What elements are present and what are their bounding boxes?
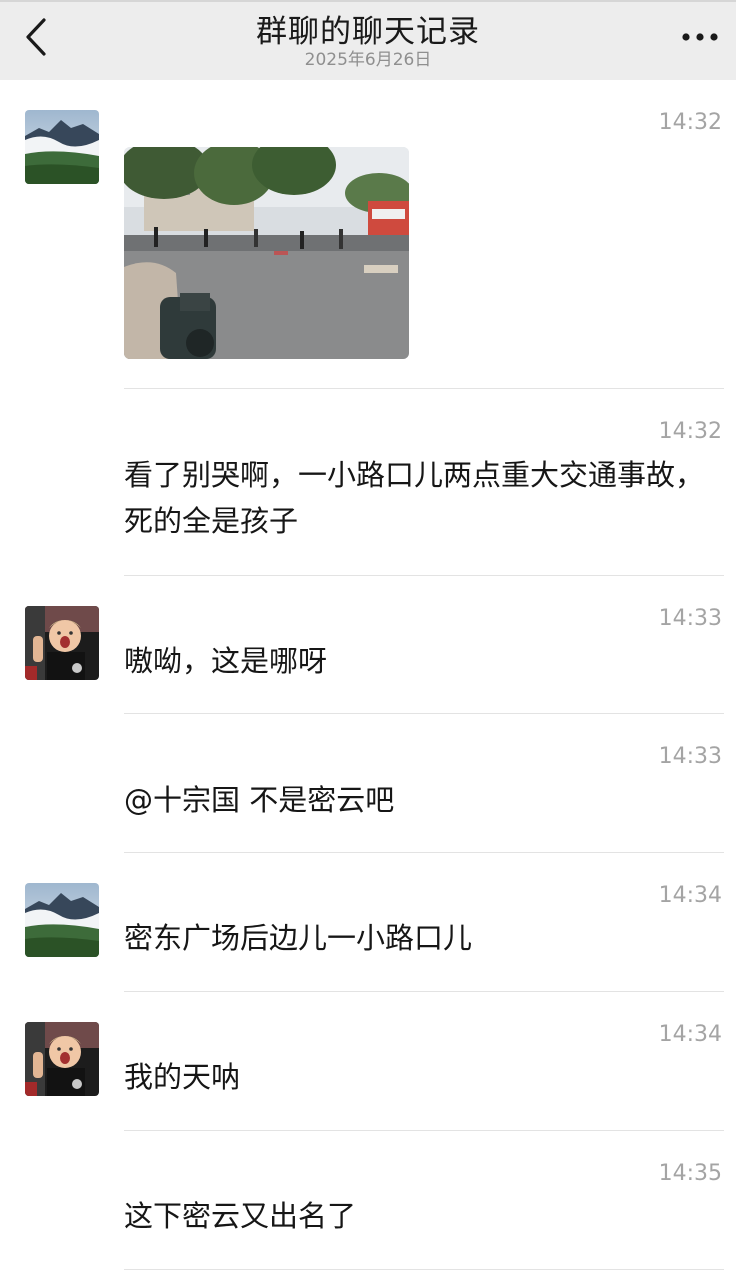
child-avatar-icon — [25, 606, 99, 680]
message-time: 14:34 — [658, 1022, 722, 1047]
message-time: 14:34 — [658, 883, 722, 908]
message-divider — [124, 1130, 724, 1131]
message-time: 14:33 — [658, 606, 722, 631]
message-text: 密东广场后边儿一小路口儿 — [124, 921, 473, 955]
chat-history-header: 群聊的聊天记录 2025年6月26日 — [0, 0, 736, 80]
message-divider — [124, 575, 724, 576]
message-time: 14:35 — [658, 1161, 722, 1186]
avatar[interactable] — [25, 883, 99, 957]
avatar[interactable] — [25, 110, 99, 184]
message-divider — [124, 713, 724, 714]
ellipsis-icon — [682, 33, 718, 41]
message-list[interactable]: 14:32 14:32 看了别哭啊，一小路口儿两点重大交通事故，死的全是孩子 1… — [0, 80, 736, 1280]
message-text: 我的天呐 — [124, 1060, 241, 1094]
more-button[interactable] — [680, 22, 720, 52]
message-divider — [124, 388, 724, 389]
avatar[interactable] — [25, 1022, 99, 1096]
message-divider — [124, 1269, 724, 1270]
mountain-avatar-icon — [25, 883, 99, 957]
message-text: @十宗国 不是密云吧 — [124, 783, 395, 817]
message-time: 14:32 — [658, 110, 722, 135]
message-text: 嗷呦，这是哪呀 — [124, 644, 328, 678]
child-avatar-icon — [25, 1022, 99, 1096]
avatar[interactable] — [25, 606, 99, 680]
message-divider — [124, 991, 724, 992]
message-text: 看了别哭啊，一小路口儿两点重大交通事故，死的全是孩子 — [124, 458, 705, 538]
message-text: 这下密云又出名了 — [124, 1199, 357, 1233]
chat-date: 2025年6月26日 — [304, 50, 432, 70]
message-time: 14:33 — [658, 744, 722, 769]
mountain-avatar-icon — [25, 110, 99, 184]
message-divider — [124, 852, 724, 853]
message-time: 14:32 — [658, 419, 722, 444]
message-image[interactable] — [124, 147, 409, 359]
street-scene-photo — [124, 147, 409, 359]
